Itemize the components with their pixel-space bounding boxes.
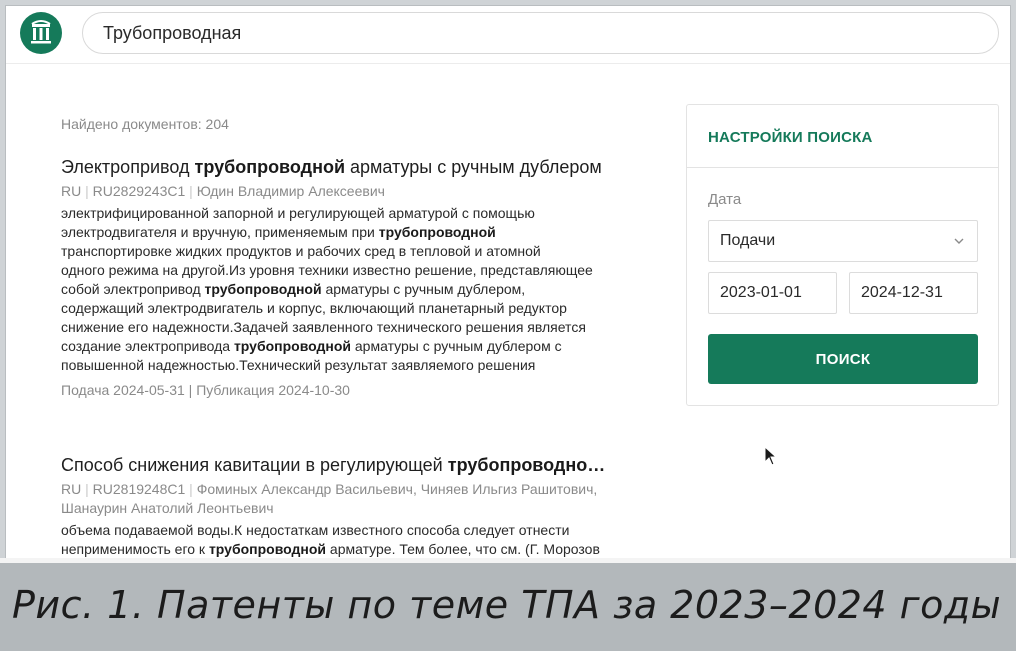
snippet-text: повышенной надежностью.Технический резул… [61,357,536,373]
mouse-cursor-icon [764,446,778,466]
country-code: RU [61,183,82,199]
snippet-line: собой электропривод трубопроводной армат… [61,280,621,299]
search-input[interactable]: Трубопроводная [82,12,999,54]
snippet-text: электродвигателя и вручную, применяемым … [61,224,379,240]
snippet-line: снижение его надежности.Задачей заявленн… [61,318,621,337]
separator: | [189,481,193,497]
snippet-line: электродвигателя и вручную, применяемым … [61,223,621,242]
result-meta: RU | RU2819248C1 | Фоминых Александр Вас… [61,480,631,518]
title-text: арматуры с ручным дублером [345,157,602,177]
title-text: Способ снижения кавитации в регулирующей [61,455,448,475]
separator: | [85,481,89,497]
snippet-line: содержащий электродвигатель и корпус, вк… [61,299,621,318]
authors: Юдин Владимир Алексеевич [196,183,385,199]
date-to-field[interactable]: 2024-12-31 [849,272,978,314]
separator: | [85,183,89,199]
result-title-link[interactable]: Электропривод трубопроводной арматуры с … [61,156,631,178]
title-text: Электропривод [61,157,195,177]
snippet-line: повышенной надежностью.Технический резул… [61,356,621,375]
app-window: Трубопроводная Найдено документов: 204 Э… [5,5,1011,646]
caption-bar: Рис. 1. Патенты по теме ТПА за 2023–2024… [0,563,1016,651]
search-settings-panel: НАСТРОЙКИ ПОИСКА Дата Подачи 2023-01-01 … [686,104,999,406]
snippet-text: транспортировке жидких продуктов и рабоч… [61,243,541,259]
date-to-value: 2024-12-31 [861,284,943,301]
date-label: Дата [708,191,742,208]
result-title-link[interactable]: Способ снижения кавитации в регулирующей… [61,454,631,476]
snippet-text: объема подаваемой воды.К недостаткам изв… [61,522,570,538]
snippet-text: неприменимость его к [61,541,209,557]
panel-title: НАСТРОЙКИ ПОИСКА [687,105,998,168]
authors: Фоминых Александр Васильевич, Чиняев Иль… [196,481,598,497]
result-dates: Подача 2024-05-31 | Публикация 2024-10-3… [61,382,631,398]
filing-date: Подача 2024-05-31 [61,382,185,398]
chevron-down-icon [954,238,964,244]
date-from-field[interactable]: 2023-01-01 [708,272,837,314]
snippet-line: объема подаваемой воды.К недостаткам изв… [61,521,621,540]
search-query-text: Трубопроводная [103,22,242,43]
snippet-text: электрифицированной запорной и регулирую… [61,205,535,221]
title-highlight: трубопроводно… [447,455,606,475]
snippet-text: арматуре. Тем более, что см. (Г. Морозов [326,541,600,557]
logo-icon[interactable] [20,12,62,54]
results-count: Найдено документов: 204 [61,116,229,132]
separator: | [189,183,193,199]
authors: Шанаурин Анатолий Леонтьевич [61,500,274,516]
result-snippet: объема подаваемой воды.К недостаткам изв… [61,521,621,559]
snippet-text: создание электропривода [61,338,234,354]
snippet-highlight: трубопроводной [233,338,351,354]
separator: | [188,382,193,398]
search-button[interactable]: ПОИСК [708,334,978,384]
snippet-text: одного режима на другой.Из уровня техник… [61,262,593,278]
patent-number: RU2829243C1 [92,183,186,199]
snippet-text: арматуры с ручным дублером, [321,281,526,297]
snippet-line: создание электропривода трубопроводной а… [61,337,621,356]
snippet-line: транспортировке жидких продуктов и рабоч… [61,242,621,261]
top-bar: Трубопроводная [6,6,1010,64]
figure-caption: Рис. 1. Патенты по теме ТПА за 2023–2024… [12,583,1002,627]
country-code: RU [61,481,82,497]
date-type-select[interactable]: Подачи [708,220,978,262]
result-item: Электропривод трубопроводной арматуры с … [61,156,631,398]
snippet-text: арматуры с ручным дублером с [351,338,562,354]
result-item: Способ снижения кавитации в регулирующей… [61,454,631,559]
date-from-value: 2023-01-01 [720,284,802,301]
snippet-highlight: трубопроводной [378,224,496,240]
snippet-line: одного режима на другой.Из уровня техник… [61,261,621,280]
snippet-line: неприменимость его к трубопроводной арма… [61,540,621,559]
result-snippet: электрифицированной запорной и регулирую… [61,204,621,375]
date-type-value: Подачи [720,232,776,249]
snippet-text: собой электропривод [61,281,205,297]
result-meta: RU | RU2829243C1 | Юдин Владимир Алексее… [61,182,631,201]
title-highlight: трубопроводной [194,157,346,177]
patent-number: RU2819248C1 [92,481,186,497]
snippet-text: снижение его надежности.Задачей заявленн… [61,319,586,335]
publication-date: Публикация 2024-10-30 [196,382,350,398]
snippet-text: содержащий электродвигатель и корпус, вк… [61,300,567,316]
snippet-highlight: трубопроводной [208,541,327,557]
snippet-highlight: трубопроводной [204,281,322,297]
snippet-line: электрифицированной запорной и регулирую… [61,204,621,223]
